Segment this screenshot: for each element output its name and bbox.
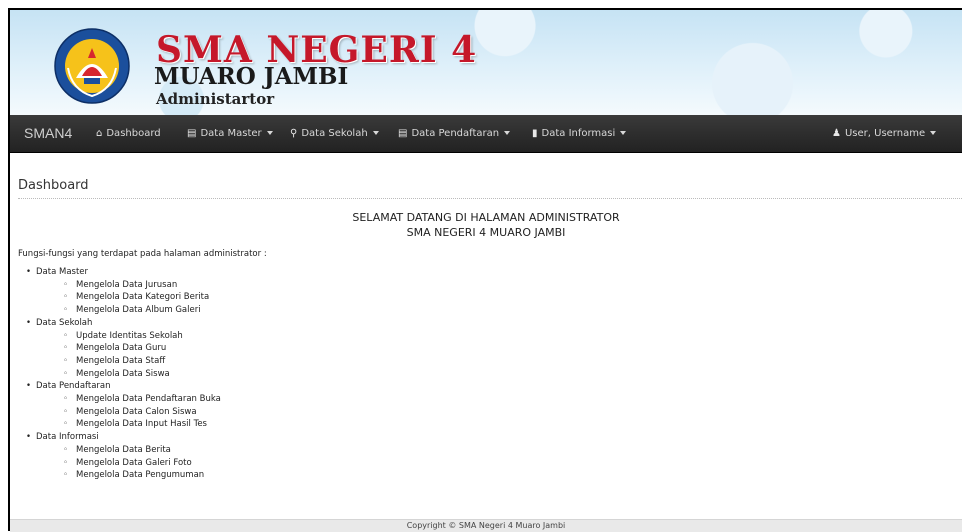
nav-user-label: User, Username — [844, 128, 926, 139]
list-item: Mengelola Data Berita — [18, 444, 221, 457]
welcome-line-1: SELAMAT DATANG DI HALAMAN ADMINISTRATOR — [352, 211, 620, 224]
title-divider — [18, 198, 962, 199]
navbar-brand[interactable]: SMAN4 — [24, 115, 72, 152]
nav-user-menu[interactable]: ♟ User, Username — [832, 115, 937, 152]
nav-data-sekolah-label: Data Sekolah — [301, 128, 368, 139]
list-item: Mengelola Data Pengumuman — [18, 469, 221, 482]
site-subtitle: MUARO JAMBI — [154, 63, 349, 90]
list-item: Mengelola Data Calon Siswa — [18, 406, 221, 419]
list-item: Mengelola Data Galeri Foto — [18, 457, 221, 470]
page-footer: Copyright © SMA Negeri 4 Muaro Jambi — [10, 519, 962, 532]
chevron-down-icon — [504, 131, 511, 135]
chevron-down-icon — [620, 131, 627, 135]
list-item: Mengelola Data Staff — [18, 355, 221, 368]
nav-dashboard[interactable]: ⌂ Dashboard — [96, 115, 161, 152]
list-item: Mengelola Data Input Hasil Tes — [18, 418, 221, 431]
nav-data-informasi[interactable]: ▮ Data Informasi — [532, 115, 627, 152]
chevron-down-icon — [372, 131, 379, 135]
list-item: Mengelola Data Siswa — [18, 368, 221, 381]
list-section: Data Informasi — [18, 431, 221, 444]
chevron-down-icon — [266, 131, 273, 135]
list-item: Mengelola Data Guru — [18, 342, 221, 355]
nav-data-master-label: Data Master — [200, 128, 262, 139]
file-icon: ▮ — [532, 128, 538, 139]
nav-data-sekolah[interactable]: ⚲ Data Sekolah — [290, 115, 379, 152]
list-item: Update Identitas Sekolah — [18, 330, 221, 343]
nav-data-informasi-label: Data Informasi — [541, 128, 616, 139]
page-title: Dashboard — [18, 178, 89, 193]
function-list: Data Master Mengelola Data Jurusan Menge… — [18, 266, 221, 482]
list-item: Mengelola Data Kategori Berita — [18, 291, 221, 304]
home-icon: ⌂ — [96, 128, 103, 139]
main-navbar: SMAN4 ⌂ Dashboard ▤ Data Master ⚲ Data Seko… — [10, 115, 962, 153]
school-logo — [54, 28, 130, 104]
list-section: Data Sekolah — [18, 317, 221, 330]
list-section: Data Pendaftaran — [18, 380, 221, 393]
nav-dashboard-label: Dashboard — [106, 128, 161, 139]
chevron-down-icon — [930, 131, 937, 135]
header-banner: SMA NEGERI 4 MUARO JAMBI Administartor — [10, 10, 962, 115]
list-item: Mengelola Data Pendaftaran Buka — [18, 393, 221, 406]
intro-text: Fungsi-fungsi yang terdapat pada halaman… — [18, 249, 267, 259]
nav-data-pendaftaran-label: Data Pendaftaran — [411, 128, 500, 139]
nav-data-master[interactable]: ▤ Data Master — [187, 115, 273, 152]
list-section: Data Master — [18, 266, 221, 279]
page-frame: SMA NEGERI 4 MUARO JAMBI Administartor S… — [0, 0, 962, 532]
user-icon: ♟ — [832, 128, 841, 139]
map-marker-icon: ⚲ — [290, 128, 298, 139]
nav-data-pendaftaran[interactable]: ▤ Data Pendaftaran — [398, 115, 511, 152]
welcome-message: SELAMAT DATANG DI HALAMAN ADMINISTRATOR … — [10, 210, 962, 240]
welcome-line-2: SMA NEGERI 4 MUARO JAMBI — [406, 226, 566, 239]
list-item: Mengelola Data Jurusan — [18, 279, 221, 292]
list-icon: ▤ — [398, 128, 408, 139]
site-role: Administartor — [156, 90, 275, 108]
book-icon: ▤ — [187, 128, 197, 139]
list-item: Mengelola Data Album Galeri — [18, 304, 221, 317]
